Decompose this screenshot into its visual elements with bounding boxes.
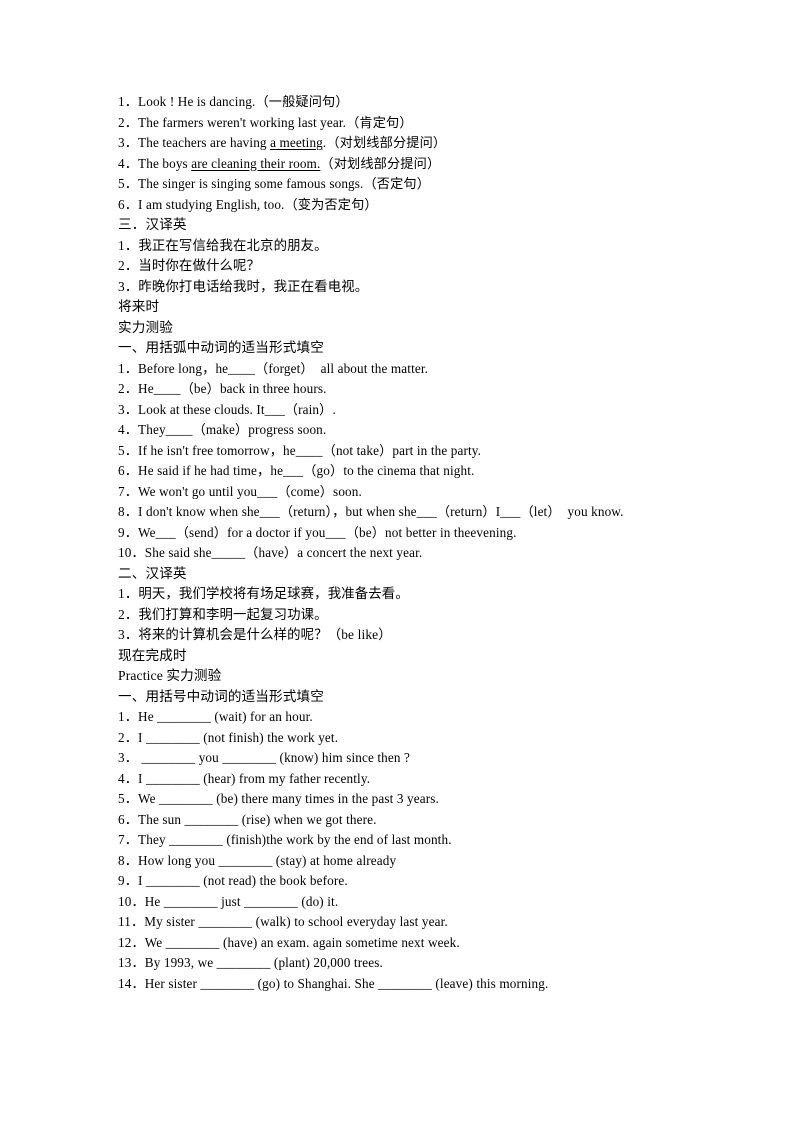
exercise-line: 2．He____（be）back in three hours. [118, 381, 327, 396]
exercise-text-post: （对划线部分提问） [320, 155, 441, 171]
worksheet-page: 1．Look ! He is dancing.（一般疑问句） 2．The far… [0, 0, 794, 1123]
exercise-line: 3．Look at these clouds. It___（rain）. [118, 401, 336, 417]
section-present-perfect: 现在完成时 Practice 实力测验 一、用括号中动词的适当形式填空 1．He… [118, 646, 734, 995]
exercise-line: 6．He said if he had time，he___（go）to the… [118, 463, 475, 478]
exercise-line: 4．They____（make）progress soon. [118, 422, 327, 437]
section-translate-cn-to-en-3: 三．汉译英 1．我正在写信给我在北京的朋友。 2．当时你在做什么呢？ 3．昨晚你… [118, 215, 734, 297]
exercise-line: 9．We___（send）for a doctor if you___（be）n… [118, 524, 517, 540]
exercise-line: 3．The teachers are having a meeting.（对划线… [118, 133, 734, 154]
exercise-line: 1．Look ! He is dancing.（一般疑问句） [118, 94, 349, 109]
exercise-line: 10．He ________ just ________ (do) it. [118, 893, 339, 909]
exercise-line: 8．I don't know when she___（return），but w… [118, 504, 624, 519]
exercise-line: 7．We won't go until you___（come）soon. [118, 483, 362, 499]
exercise-line: 6．I am studying English, too.（变为否定句） [118, 196, 378, 212]
exercise-line: 5．We ________ (be) there many times in t… [118, 791, 439, 806]
exercise-line: 2．我们打算和李明一起复习功课。 [118, 606, 328, 622]
exercise-line: 13．By 1993, we ________ (plant) 20,000 t… [118, 955, 383, 970]
exercise-line: 1．我正在写信给我在北京的朋友。 [118, 237, 328, 253]
exercise-line: 1．He ________ (wait) for an hour. [118, 709, 313, 724]
underlined-phrase: are cleaning their room. [191, 155, 321, 171]
section-future-tense: 将来时 实力测验 一、用括弧中动词的适当形式填空 1．Before long，h… [118, 297, 734, 564]
underlined-phrase: a meeting [270, 135, 323, 150]
document-body: 1．Look ! He is dancing.（一般疑问句） 2．The far… [118, 92, 734, 994]
exercise-line: 8．How long you ________ (stay) at home a… [118, 852, 397, 868]
exercise-line: 14．Her sister ________ (go) to Shanghai.… [118, 975, 549, 991]
section-title: 将来时 [118, 299, 160, 314]
exercise-line: 9．I ________ (not read) the book before. [118, 873, 348, 888]
exercise-line: 1．Before long，he____（forget） all about t… [118, 360, 429, 376]
exercise-line: 7．They ________ (finish)the work by the … [118, 832, 452, 847]
exercise-line: 3．将来的计算机会是什么样的呢？（be like） [118, 627, 392, 642]
exercise-line: 4．I ________ (hear) from my father recen… [118, 770, 371, 786]
exercise-line: 1．明天，我们学校将有场足球赛，我准备去看。 [118, 586, 409, 601]
exercise-text-pre: 4．The boys [118, 155, 192, 171]
section-subtitle: Practice 实力测验 [118, 668, 222, 683]
exercise-text-post: .（对划线部分提问） [322, 135, 447, 150]
exercise-text-pre: 3．The teachers are having [118, 135, 271, 150]
section-heading: 一、用括号中动词的适当形式填空 [118, 688, 324, 704]
exercise-line: 12．We ________ (have) an exam. again som… [118, 934, 460, 950]
exercise-line: 3． ________ you ________ (know) him sinc… [118, 750, 411, 765]
section-title: 现在完成时 [118, 647, 187, 663]
exercise-line: 11．My sister ________ (walk) to school e… [118, 914, 448, 929]
section-subtitle: 实力测验 [118, 319, 173, 335]
exercise-line: 10．She said she_____（have）a concert the … [118, 545, 423, 560]
exercise-line: 6．The sun ________ (rise) when we got th… [118, 811, 377, 827]
section-present-continuous-rewrite: 1．Look ! He is dancing.（一般疑问句） 2．The far… [118, 92, 734, 215]
exercise-line: 3．昨晚你打电话给我时，我正在看电视。 [118, 278, 369, 294]
exercise-line: 4．The boys are cleaning their room.（对划线部… [118, 154, 734, 175]
exercise-line: 5．If he isn't free tomorrow，he____（not t… [118, 442, 482, 458]
section-translate-cn-to-en-2: 二、汉译英 1．明天，我们学校将有场足球赛，我准备去看。 2．我们打算和李明一起… [118, 564, 734, 646]
section-heading: 二、汉译英 [118, 565, 187, 581]
exercise-line: 2．I ________ (not finish) the work yet. [118, 729, 339, 745]
section-heading: 一、用括弧中动词的适当形式填空 [118, 340, 324, 355]
exercise-line: 2．The farmers weren't working last year.… [118, 114, 413, 130]
exercise-line: 5．The singer is singing some famous song… [118, 176, 431, 191]
section-heading: 三．汉译英 [118, 217, 187, 232]
exercise-line: 2．当时你在做什么呢？ [118, 258, 261, 273]
